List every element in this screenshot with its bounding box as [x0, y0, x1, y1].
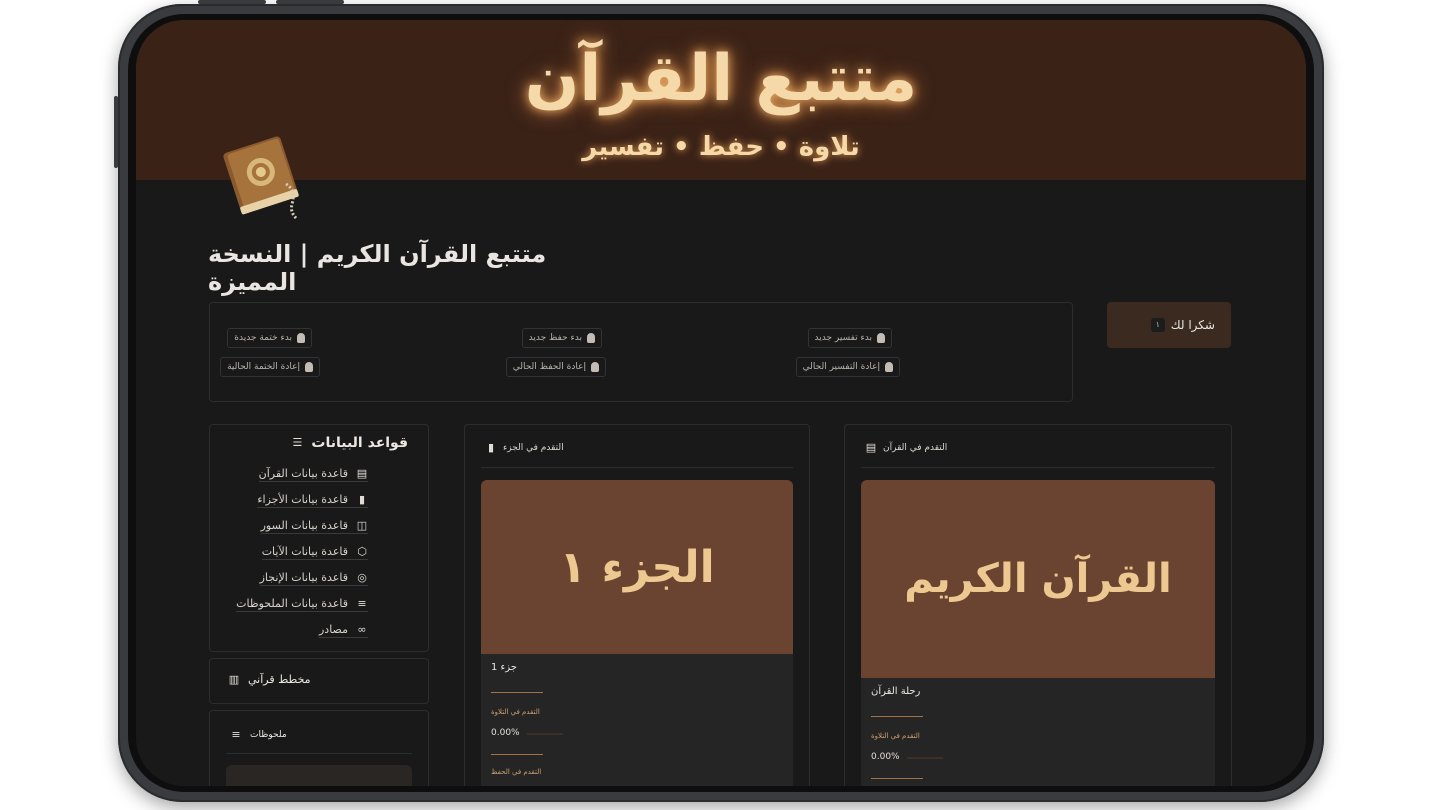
planner-panel[interactable]: مخطط قرآني ▥ [209, 658, 429, 704]
db-link-label: قاعدة بيانات الآيات [261, 545, 348, 558]
quran-book-icon [223, 136, 299, 220]
divider [861, 467, 1215, 468]
notes-label: ملحوظات [250, 730, 287, 740]
button-label: إعادة الختمة الحالية [227, 362, 300, 372]
quran-card[interactable]: القرآن الكريم رحلة القرآن التقدم في التل… [861, 480, 1215, 786]
pin-icon [885, 362, 893, 372]
db-link-ayat[interactable]: ⬡ قاعدة بيانات الآيات [261, 544, 368, 560]
pin-icon [297, 333, 305, 343]
quran-progress-header: التقدم في القرآن ▤ [865, 442, 947, 454]
recitation-progress-value: 0.00% [491, 728, 520, 738]
notes-header: ملحوظات ≡ [230, 728, 287, 741]
divider [481, 467, 793, 468]
quran-cover: القرآن الكريم [861, 480, 1215, 678]
start-tafsir-button[interactable]: بدء تفسير جديد [807, 328, 892, 348]
juz-card[interactable]: الجزء ١ جزء 1 التقدم في التلاوة 0.00% ال… [481, 480, 793, 786]
reset-hifz-button[interactable]: إعادة الحفظ الحالي [505, 357, 606, 377]
tablet-button-side [114, 96, 118, 168]
reset-tafsir-button[interactable]: إعادة التفسير الحالي [795, 357, 900, 377]
pin-icon [591, 362, 599, 372]
notes-panel: ملحوظات ≡ [209, 710, 429, 786]
tablet-button-top [198, 0, 266, 4]
db-link-quran[interactable]: ▤ قاعدة بيانات القرآن [258, 466, 368, 482]
book-icon: ▤ [865, 441, 877, 454]
start-khatma-button[interactable]: بدء ختمة جديدة [227, 328, 312, 348]
divider [491, 754, 543, 755]
quran-progress-title: التقدم في القرآن [883, 443, 948, 453]
link-icon: ∞ [357, 622, 367, 636]
db-link-achievement[interactable]: ◎ قاعدة بيانات الإنجاز [259, 570, 368, 586]
divider [871, 778, 923, 779]
tablet-button-top [276, 0, 344, 4]
bookmark-icon: ▮ [358, 492, 366, 506]
databases-header: قواعد البيانات ☰ [291, 435, 408, 451]
screen: متتبع القرآن تلاوة • حفظ • تفسير متتبع ا… [136, 20, 1306, 786]
pin-icon [877, 333, 885, 343]
target-icon: ◎ [357, 570, 367, 584]
quran-progress-panel: التقدم في القرآن ▤ القرآن الكريم رحلة ال… [844, 424, 1232, 786]
db-link-surahs[interactable]: ◫ قاعدة بيانات السور [260, 518, 368, 534]
button-label: بدء تفسير جديد [814, 333, 872, 343]
thanks-callout[interactable]: شكرا لك ١ [1107, 302, 1231, 348]
juz-progress-panel: التقدم في الجزء ▮ الجزء ١ جزء 1 التقدم ف… [464, 424, 810, 786]
recitation-progress-bar [527, 733, 563, 735]
open-book-icon: ◫ [356, 518, 368, 532]
planner-header: مخطط قرآني ▥ [228, 673, 311, 686]
recitation-progress-label: التقدم في التلاوة [871, 732, 920, 740]
button-label: بدء حفظ جديد [528, 333, 582, 343]
db-link-notes[interactable]: ≡ قاعدة بيانات الملحوظات [236, 597, 368, 612]
db-link-label: مصادر [319, 623, 348, 636]
db-link-label: قاعدة بيانات الأجزاء [257, 493, 348, 506]
start-hifz-button[interactable]: بدء حفظ جديد [521, 328, 602, 348]
hexagon-icon: ⬡ [357, 544, 367, 558]
pin-icon [587, 333, 595, 343]
quran-card-title: رحلة القرآن [871, 686, 921, 697]
note-card[interactable] [226, 765, 412, 786]
button-label: إعادة الحفظ الحالي [512, 362, 586, 372]
divider [226, 753, 412, 754]
recitation-progress-label: التقدم في التلاوة [491, 708, 540, 716]
bookmark-icon: ▮ [487, 441, 495, 454]
db-link-label: قاعدة بيانات السور [260, 519, 348, 532]
action-buttons-panel: بدء تفسير جديد بدء حفظ جديد بدء ختمة جدي… [209, 302, 1073, 402]
button-label: إعادة التفسير الحالي [802, 362, 880, 372]
db-link-label: قاعدة بيانات القرآن [258, 467, 348, 480]
db-link-label: قاعدة بيانات الإنجاز [259, 571, 348, 584]
divider [491, 692, 543, 693]
recitation-progress-bar [907, 757, 943, 759]
memorization-progress-label: التقدم في الحفظ [491, 768, 542, 776]
thanks-badge: ١ [1150, 318, 1165, 332]
map-icon: ▥ [228, 672, 240, 686]
db-link-ajza[interactable]: ▮ قاعدة بيانات الأجزاء [257, 493, 368, 508]
juz-card-title: جزء 1 [491, 662, 517, 673]
databases-title: قواعد البيانات [311, 435, 408, 451]
button-label: بدء ختمة جديدة [234, 333, 292, 343]
pin-icon [305, 362, 313, 372]
juz-progress-title: التقدم في الجزء [503, 443, 564, 453]
db-link-label: قاعدة بيانات الملحوظات [236, 597, 348, 610]
notes-icon: ≡ [231, 728, 241, 741]
recitation-progress-value: 0.00% [871, 752, 900, 762]
juz-cover: الجزء ١ [481, 480, 793, 654]
notes-icon: ≡ [357, 596, 367, 610]
database-icon: ☰ [292, 436, 303, 449]
juz-progress-header: التقدم في الجزء ▮ [485, 442, 564, 454]
thanks-label: شكرا لك [1170, 318, 1215, 332]
book-icon: ▤ [356, 466, 368, 480]
page-title: متتبع القرآن الكريم | النسخة المميزة [208, 240, 547, 296]
divider [871, 716, 923, 717]
databases-panel: قواعد البيانات ☰ ▤ قاعدة بيانات القرآن ▮… [209, 424, 429, 652]
db-link-sources[interactable]: ∞ مصادر [319, 623, 368, 638]
reset-khatma-button[interactable]: إعادة الختمة الحالية [220, 357, 320, 377]
planner-label: مخطط قرآني [248, 673, 311, 686]
banner-title: متتبع القرآن [524, 42, 918, 116]
